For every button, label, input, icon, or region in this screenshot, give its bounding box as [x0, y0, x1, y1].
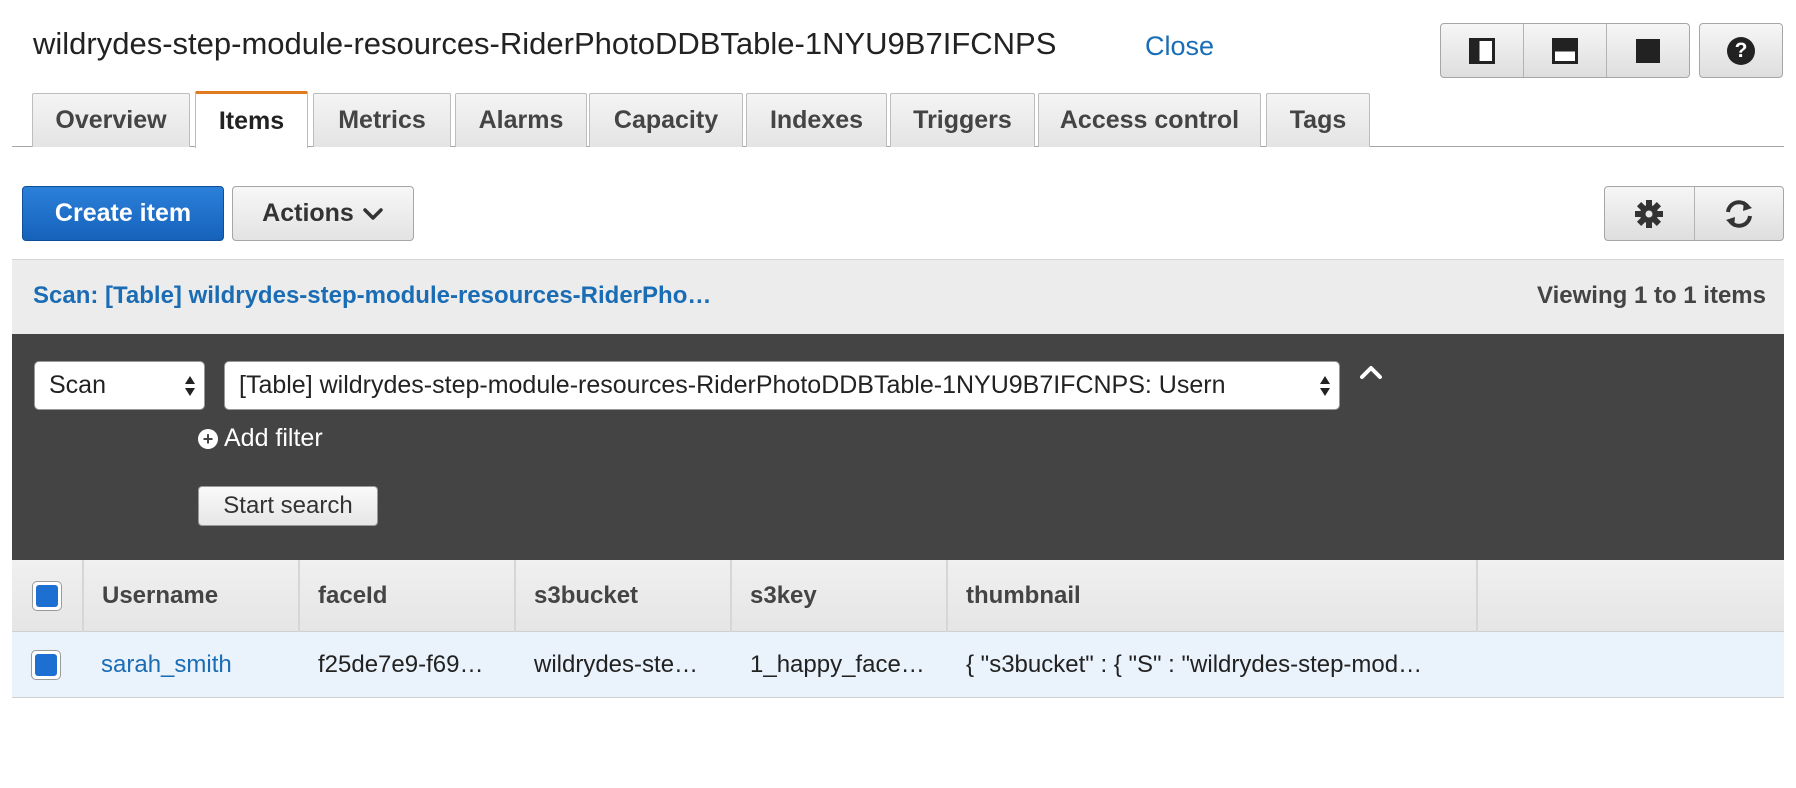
- scan-summary-link[interactable]: Scan: [Table] wildrydes-step-module-reso…: [33, 282, 711, 310]
- add-filter-label: Add filter: [224, 424, 323, 452]
- table-index-select[interactable]: [Table] wildrydes-step-module-resources-…: [224, 361, 1340, 410]
- viewing-count: Viewing 1 to 1 items: [1537, 282, 1766, 309]
- tab-alarms[interactable]: Alarms: [455, 93, 587, 147]
- create-item-button[interactable]: Create item: [22, 186, 224, 241]
- tab-access-control[interactable]: Access control: [1038, 93, 1261, 147]
- scan-mode-select[interactable]: Scan: [34, 361, 205, 410]
- scan-summary-bar: Scan: [Table] wildrydes-step-module-reso…: [12, 259, 1784, 334]
- scan-mode-value: Scan: [49, 371, 106, 399]
- checkbox-check: [35, 654, 57, 676]
- split-horizontal-view-button[interactable]: [1524, 24, 1607, 77]
- refresh-icon: [1725, 199, 1752, 228]
- cell-s3bucket: wildrydes-ste…: [534, 651, 699, 678]
- select-all-checkbox[interactable]: [32, 581, 62, 611]
- add-filter-link[interactable]: + Add filter: [198, 424, 323, 453]
- tab-capacity[interactable]: Capacity: [589, 93, 743, 147]
- full-view-button[interactable]: [1607, 24, 1689, 77]
- tab-triggers[interactable]: Triggers: [890, 93, 1035, 147]
- grid-tools-group: [1604, 186, 1784, 241]
- gear-icon: [1635, 199, 1664, 228]
- table-row[interactable]: sarah_smith f25de7e9-f69… wildrydes-ste……: [12, 632, 1784, 698]
- tab-bar: Overview Items Metrics Alarms Capacity I…: [12, 91, 1784, 148]
- select-arrows-icon: [1319, 374, 1331, 398]
- view-layout-group: [1440, 23, 1690, 78]
- cell-thumbnail: { "s3bucket" : { "S" : "wildrydes-step-m…: [966, 651, 1423, 678]
- start-search-button[interactable]: Start search: [198, 486, 378, 526]
- column-header-s3key[interactable]: s3key: [732, 560, 948, 632]
- select-all-column: [12, 560, 84, 632]
- actions-label: Actions: [262, 199, 354, 227]
- actions-dropdown-button[interactable]: Actions: [232, 186, 414, 241]
- close-link[interactable]: Close: [1145, 31, 1214, 62]
- column-header-thumbnail[interactable]: thumbnail: [948, 560, 1478, 632]
- select-arrows-icon: [185, 376, 195, 396]
- checkbox-check: [36, 585, 58, 607]
- cell-username-link[interactable]: sarah_smith: [101, 632, 296, 698]
- tab-overview[interactable]: Overview: [32, 93, 190, 147]
- grid-header: Username faceId s3bucket s3key thumbnail: [12, 560, 1784, 632]
- chevron-down-icon: [363, 207, 383, 220]
- table-index-value: [Table] wildrydes-step-module-resources-…: [239, 371, 1226, 399]
- table-title: wildrydes-step-module-resources-RiderPho…: [33, 26, 1057, 61]
- tab-items[interactable]: Items: [195, 91, 308, 148]
- split-vertical-view-button[interactable]: [1441, 24, 1524, 77]
- tab-metrics[interactable]: Metrics: [313, 93, 451, 147]
- tab-indexes[interactable]: Indexes: [746, 93, 887, 147]
- help-button[interactable]: ?: [1699, 23, 1783, 78]
- split-vertical-icon: [1469, 37, 1495, 64]
- column-header-s3bucket[interactable]: s3bucket: [516, 560, 732, 632]
- chevron-up-icon[interactable]: [1358, 362, 1384, 382]
- cell-faceid: f25de7e9-f69…: [318, 651, 484, 678]
- full-view-icon: [1636, 38, 1660, 63]
- query-panel: Scan [Table] wildrydes-step-module-resou…: [12, 334, 1784, 560]
- row-select-checkbox[interactable]: [31, 650, 61, 680]
- tab-tags[interactable]: Tags: [1266, 93, 1370, 147]
- split-horizontal-icon: [1552, 37, 1578, 64]
- help-icon: ?: [1727, 36, 1755, 65]
- settings-button[interactable]: [1605, 187, 1695, 240]
- column-header-username[interactable]: Username: [84, 560, 300, 632]
- cell-s3key: 1_happy_face…: [750, 651, 925, 678]
- column-header-faceid[interactable]: faceId: [300, 560, 516, 632]
- plus-circle-icon: +: [198, 428, 218, 449]
- refresh-button[interactable]: [1695, 187, 1784, 240]
